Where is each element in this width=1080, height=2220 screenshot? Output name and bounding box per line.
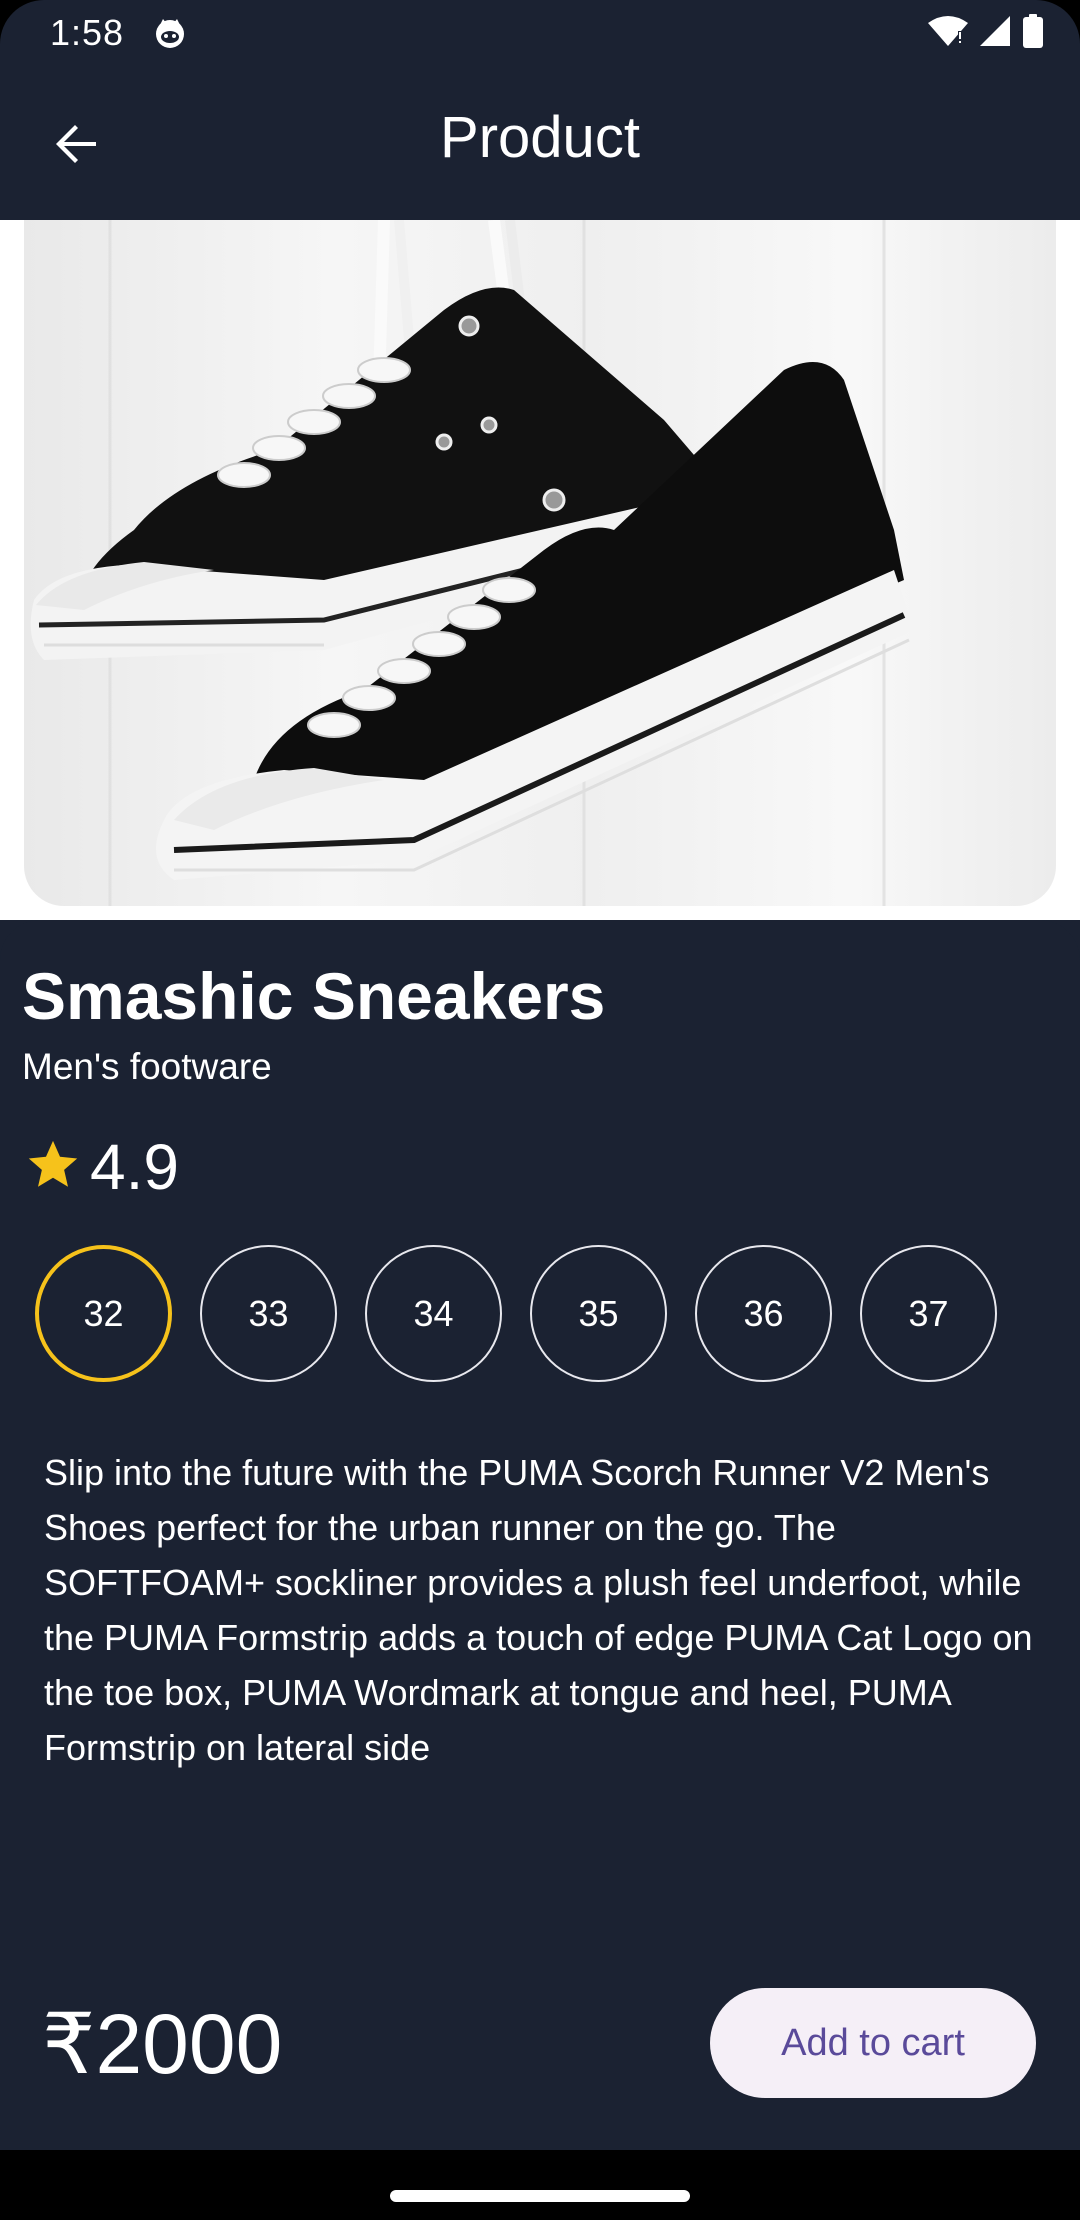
product-name: Smashic Sneakers [22, 959, 606, 1033]
system-nav-bar [0, 2150, 1080, 2220]
wifi-icon [928, 15, 968, 52]
rating-value: 4.9 [90, 1131, 179, 1203]
product-price: ₹2000 [42, 1997, 283, 2091]
page-title: Product [440, 105, 640, 170]
app-bar: Product [0, 66, 1080, 220]
product-screen: 1:58 Product Smashic Sneakers Men's foot… [0, 0, 1080, 2220]
signal-icon [978, 15, 1012, 52]
status-time: 1:58 [50, 12, 125, 53]
product-category: Men's footware [22, 1046, 272, 1087]
size-option-33[interactable]: 33 [200, 1245, 337, 1382]
hero-section [0, 220, 1080, 920]
product-details: Smashic Sneakers Men's footware 4.9 32 3… [0, 920, 1080, 2150]
size-option-37[interactable]: 37 [860, 1245, 997, 1382]
product-rating: 4.9 [24, 1130, 179, 1204]
product-description: Slip into the future with the PUMA Scorc… [44, 1452, 1033, 1768]
status-bar: 1:58 [0, 0, 1080, 66]
size-option-34[interactable]: 34 [365, 1245, 502, 1382]
size-option-36[interactable]: 36 [695, 1245, 832, 1382]
battery-icon [1022, 13, 1044, 53]
home-gesture-handle[interactable] [390, 2190, 690, 2202]
add-to-cart-button[interactable]: Add to cart [710, 1988, 1036, 2098]
size-option-35[interactable]: 35 [530, 1245, 667, 1382]
size-selector: 32 33 34 35 36 37 [35, 1245, 997, 1382]
cat-notification-icon [153, 16, 187, 50]
star-icon [24, 1136, 82, 1199]
status-icons [928, 13, 1044, 53]
size-option-32[interactable]: 32 [35, 1245, 172, 1382]
product-image [24, 220, 1056, 906]
